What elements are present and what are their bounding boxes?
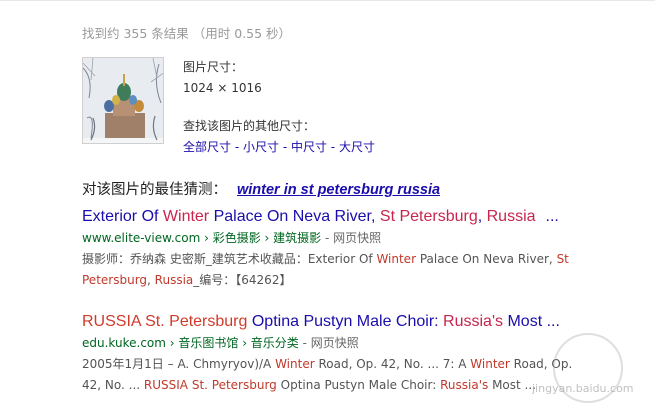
result-url[interactable]: edu.kuke.com › 音乐图书馆 › 音乐分类 - 网页快照 (82, 334, 592, 351)
title-highlight: St Petersburg (379, 208, 478, 225)
snippet-highlight: RUSSIA St. Petersburg (143, 378, 277, 392)
title-highlight: Russia's (443, 313, 504, 330)
top-divider (0, 0, 655, 1)
snippet-text: , (147, 273, 155, 287)
best-guess-link[interactable]: winter in st petersburg russia (237, 182, 440, 198)
query-image-thumbnail[interactable] (82, 57, 164, 144)
title-more: ... (545, 208, 559, 225)
url-text: edu.kuke.com › 音乐图书馆 › 音乐分类 (82, 336, 299, 350)
result-url[interactable]: www.elite-view.com › 彩色摄影 › 建筑摄影 - 网页快照 (82, 229, 592, 246)
snippet-highlight: Russia's (440, 378, 489, 392)
title-text: , (477, 208, 487, 225)
search-result: RUSSIA St. Petersburg Optina Pustyn Male… (82, 313, 592, 396)
snippet-text: Road, Op. 42, No. ... 7: A (314, 357, 471, 371)
result-snippet: 摄影师：乔纳森 史密斯_建筑艺术收藏品：Exterior Of Winter P… (82, 249, 592, 291)
title-highlight: Russia (486, 208, 536, 225)
snippet-text: 2005年1月1日 – A. Chmyryov)/A (82, 357, 276, 371)
size-separator: - (279, 140, 291, 154)
result-stats: 找到约 355 条结果 （用时 0.55 秒） (82, 26, 292, 41)
small-size-link[interactable]: 小尺寸 (243, 140, 279, 154)
title-highlight: Winter (162, 208, 210, 225)
title-text: Palace On Neva River, (209, 208, 380, 225)
image-size-value: 1024 × 1016 (183, 81, 262, 95)
best-guess: 对该图片的最佳猜测： winter in st petersburg russia (82, 178, 440, 199)
result-title[interactable]: Exterior Of Winter Palace On Neva River,… (82, 208, 592, 226)
snippet-text: Palace On Neva River, (416, 252, 557, 266)
size-links: 全部尺寸 - 小尺寸 - 中尺寸 - 大尺寸 (183, 137, 375, 158)
title-text: Optina Pustyn Male Choir: (247, 313, 444, 330)
image-info: 图片尺寸： 1024 × 1016 查找该图片的其他尺寸： 全部尺寸 - 小尺寸… (183, 57, 375, 158)
snippet-text: _编号：【64262】 (193, 273, 292, 287)
snippet-text: Most ... (488, 378, 536, 392)
medium-size-link[interactable]: 中尺寸 (291, 140, 327, 154)
snippet-highlight: Winter (275, 357, 315, 371)
snippet-highlight: Winter (376, 252, 416, 266)
title-text: Most ... (503, 313, 560, 330)
title-text: Exterior Of (82, 208, 163, 225)
snippet-text: Optina Pustyn Male Choir: (276, 378, 441, 392)
other-sizes-label: 查找该图片的其他尺寸： (183, 119, 316, 133)
cache-link[interactable]: - 网页快照 (299, 336, 359, 350)
snippet-highlight: Russia (154, 273, 194, 287)
best-guess-label: 对该图片的最佳猜测： (82, 182, 227, 198)
size-separator: - (231, 140, 243, 154)
large-size-link[interactable]: 大尺寸 (339, 140, 375, 154)
result-snippet: 2005年1月1日 – A. Chmyryov)/A Winter Road, … (82, 354, 592, 396)
snippet-text: 摄影师：乔纳森 史密斯_建筑艺术收藏品：Exterior Of (82, 252, 377, 266)
snippet-highlight: Winter (470, 357, 510, 371)
cache-link[interactable]: - 网页快照 (321, 231, 381, 245)
title-highlight: RUSSIA St. Petersburg (82, 313, 248, 330)
search-result: Exterior Of Winter Palace On Neva River,… (82, 208, 592, 291)
all-sizes-link[interactable]: 全部尺寸 (183, 140, 231, 154)
image-size-label: 图片尺寸： (183, 60, 244, 74)
church-image-icon (83, 58, 163, 143)
url-text: www.elite-view.com › 彩色摄影 › 建筑摄影 (82, 231, 322, 245)
watermark-text: jingyan.baidu.com (532, 382, 634, 395)
result-title[interactable]: RUSSIA St. Petersburg Optina Pustyn Male… (82, 313, 592, 331)
size-separator: - (326, 140, 339, 154)
